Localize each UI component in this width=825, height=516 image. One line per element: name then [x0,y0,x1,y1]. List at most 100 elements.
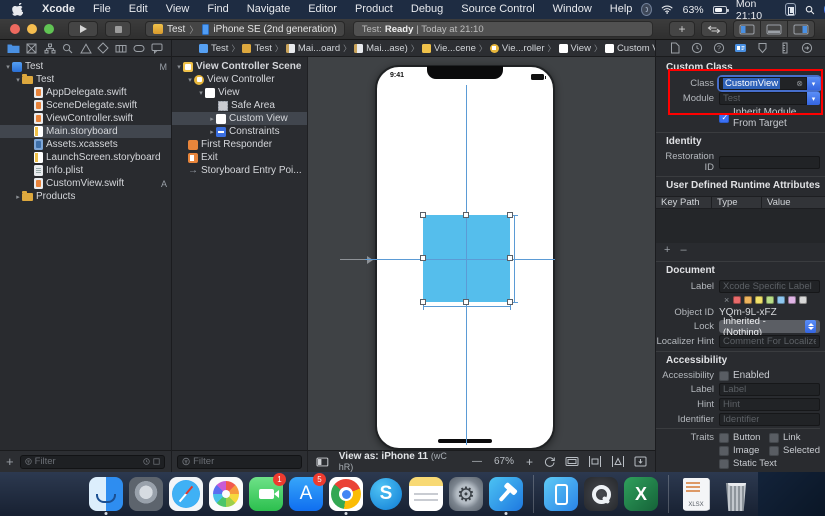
test-navigator-tab[interactable] [95,41,111,55]
restoration-id-field[interactable] [719,156,820,169]
dock-chrome-icon[interactable] [328,474,364,514]
menu-view[interactable]: View [157,0,199,19]
dock-app-store-icon[interactable]: A5 [288,474,324,514]
align-icon[interactable] [588,456,602,467]
close-window-button[interactable] [10,24,20,34]
disclosure-icon[interactable] [175,63,183,71]
minimize-window-button[interactable] [27,24,37,34]
menu-edit[interactable]: Edit [120,0,157,19]
scheme-selector[interactable]: Test 〉 iPhone SE (2nd generation) [145,21,345,37]
menu-product[interactable]: Product [346,0,402,19]
toggle-debug-area-button[interactable] [761,21,787,37]
dock-xcode-icon[interactable] [488,474,524,514]
toggle-navigator-button[interactable] [734,21,760,37]
outline-exit-row[interactable]: Exit [172,151,307,164]
report-navigator-tab[interactable] [149,41,165,55]
menu-navigate[interactable]: Navigate [238,0,299,19]
accessibility-hint-field[interactable]: Hint [719,398,820,411]
resize-handle[interactable] [420,212,426,218]
trait-button-checkbox[interactable] [719,433,729,443]
group-row[interactable]: Test [0,73,171,86]
class-dropdown-button[interactable] [807,77,820,90]
dock-system-preferences-icon[interactable]: ⚙ [448,474,484,514]
crumb-scene[interactable]: Vie...cene [421,43,477,54]
stop-button[interactable] [105,21,131,37]
outline-filter-input[interactable] [193,456,297,467]
project-navigator-tab[interactable] [6,41,22,55]
library-add-button[interactable]: + [669,21,695,37]
orange-swatch[interactable] [744,296,752,304]
col-type[interactable]: Type [712,197,762,208]
crumb-project[interactable]: Test [198,43,229,54]
file-row[interactable]: SceneDelegate.swift [0,99,171,112]
run-button[interactable] [68,21,98,37]
resize-handle[interactable] [420,255,426,261]
disclosure-icon[interactable] [4,63,12,71]
menu-window[interactable]: Window [544,0,601,19]
battery-icon[interactable] [713,6,727,14]
identity-inspector-tab-selected[interactable] [733,41,749,55]
file-row[interactable]: LaunchScreen.storyboard [0,151,171,164]
zoom-in-button[interactable]: + [526,455,533,469]
connections-inspector-tab[interactable] [799,41,815,55]
crumb-view[interactable]: View [558,43,592,54]
zoom-out-button[interactable]: — [472,456,482,467]
add-file-button[interactable]: + [0,454,20,469]
menu-help[interactable]: Help [601,0,642,19]
dock-quicktime-icon[interactable] [583,474,619,514]
input-source-icon[interactable] [785,3,796,16]
gray-swatch[interactable] [799,296,807,304]
resolve-autolayout-icon[interactable] [634,456,647,467]
clear-icon[interactable]: ⊗ [796,79,803,88]
disclosure-icon[interactable] [208,128,216,136]
dock-photos-icon[interactable] [208,474,244,514]
toggle-outline-icon[interactable] [316,457,329,467]
crumb-group[interactable]: Test [241,43,272,54]
dock-simulator-icon[interactable] [543,474,579,514]
col-value[interactable]: Value [762,197,825,208]
file-inspector-tab[interactable] [667,41,683,55]
disclosure-icon[interactable] [186,76,194,84]
project-row[interactable]: Test M [0,60,171,73]
blue-swatch[interactable] [777,296,785,304]
file-row[interactable]: Assets.xcassets [0,138,171,151]
file-row[interactable]: ViewController.swift [0,112,171,125]
embed-in-icon[interactable] [565,456,579,467]
outline-constraints-row[interactable]: Constraints [172,125,307,138]
red-swatch[interactable] [733,296,741,304]
menu-editor[interactable]: Editor [299,0,346,19]
menu-file[interactable]: File [84,0,120,19]
resize-handle[interactable] [463,212,469,218]
resize-handle[interactable] [507,255,513,261]
outline-custom-view-row[interactable]: Custom View [172,112,307,125]
products-group-row[interactable]: Products [0,190,171,203]
class-field[interactable]: CustomView ⊗ [719,77,807,90]
col-key-path[interactable]: Key Path [656,197,712,208]
accessibility-identifier-field[interactable]: Identifier [719,413,820,426]
outline-view-row[interactable]: View [172,86,307,99]
localizer-hint-field[interactable]: Comment For Localizer [719,335,820,348]
resize-handle[interactable] [507,299,513,305]
source-control-status-icon[interactable] [153,457,160,466]
menu-find[interactable]: Find [198,0,237,19]
toggle-inspector-button[interactable] [788,21,814,37]
no-color-swatch[interactable]: × [724,295,729,305]
trait-image-checkbox[interactable] [719,446,729,456]
trait-static-text-checkbox[interactable] [719,459,729,469]
green-swatch[interactable] [766,296,774,304]
navigator-filter-input[interactable] [35,456,140,467]
document-label-field[interactable]: Xcode Specific Label [719,280,820,293]
spotlight-icon[interactable] [805,4,815,16]
dock-finder-icon[interactable] [88,474,124,514]
add-attribute-button[interactable]: + [664,244,670,256]
crumb-custom-view[interactable]: Custom View [604,43,655,54]
module-field[interactable]: Test [719,92,807,105]
symbol-navigator-tab[interactable] [42,41,58,55]
menu-clock[interactable]: Mon 21:10 [736,0,776,22]
issue-navigator-tab[interactable] [78,41,94,55]
zoom-window-button[interactable] [44,24,54,34]
find-navigator-tab[interactable] [60,41,76,55]
resize-handle[interactable] [463,299,469,305]
file-row[interactable]: Info.plist [0,164,171,177]
file-row[interactable]: AppDelegate.swift [0,86,171,99]
